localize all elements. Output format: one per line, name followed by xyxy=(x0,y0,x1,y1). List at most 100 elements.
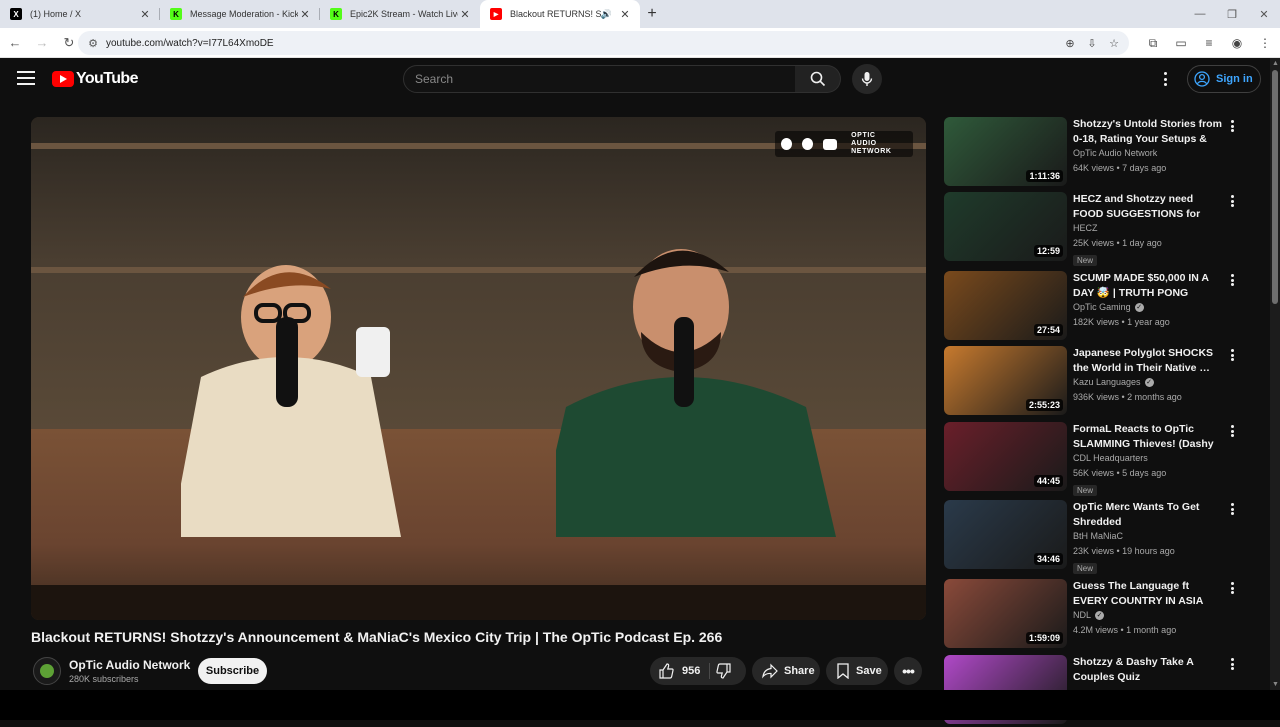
speaker-icon[interactable]: 🔊 xyxy=(601,9,612,20)
recommended-video[interactable]: 1:59:09 Guess The Language ft EVERY COUNT… xyxy=(944,579,1244,651)
more-actions-button[interactable]: ••• xyxy=(894,657,922,685)
channel-avatar[interactable] xyxy=(33,657,61,685)
scroll-up-icon[interactable]: ▲ xyxy=(1272,60,1279,67)
video-thumbnail[interactable]: 12:59 xyxy=(944,192,1067,261)
recommended-channel[interactable]: HECZ xyxy=(1073,223,1098,233)
minimize-icon[interactable]: — xyxy=(1184,8,1216,20)
search-input[interactable]: Search xyxy=(403,65,796,93)
channel-name[interactable]: OpTic Audio Network xyxy=(69,658,190,672)
cast-icon[interactable]: ▭ xyxy=(1172,36,1190,50)
recommended-channel[interactable]: BtH MaNiaC xyxy=(1073,531,1123,541)
recommended-video-title[interactable]: OpTic Merc Wants To Get Shredded xyxy=(1073,500,1223,529)
video-thumbnail[interactable]: 34:46 xyxy=(944,500,1067,569)
more-options-icon[interactable] xyxy=(1231,425,1235,437)
recommended-video-title[interactable]: HECZ and Shotzzy need FOOD SUGGESTIONS f… xyxy=(1073,192,1223,221)
thumbs-up-icon xyxy=(659,663,674,679)
browser-tab[interactable]: K Message Moderation - Kick Da ✕ xyxy=(160,0,320,28)
install-icon[interactable]: ⇩ xyxy=(1085,37,1099,50)
scrollbar-thumb[interactable] xyxy=(1272,70,1278,304)
forward-icon[interactable]: → xyxy=(30,31,54,55)
youtube-icon xyxy=(822,138,838,150)
recommended-video-title[interactable]: Shotzzy's Untold Stories from 0-18, Rati… xyxy=(1073,117,1223,146)
more-options-icon[interactable] xyxy=(1231,503,1235,515)
browser-tab[interactable]: K Epic2K Stream - Watch Live on ✕ xyxy=(320,0,480,28)
recommended-meta: 25K views • 1 day ago xyxy=(1073,238,1162,248)
video-thumbnail[interactable]: 27:54 xyxy=(944,271,1067,340)
recommended-video-title[interactable]: Guess The Language ft EVERY COUNTRY IN A… xyxy=(1073,579,1223,608)
new-badge: New xyxy=(1073,485,1098,496)
close-tab-icon[interactable]: ✕ xyxy=(458,8,472,21)
dislike-button[interactable] xyxy=(716,663,732,682)
voice-search-button[interactable] xyxy=(852,64,882,94)
page-scrollbar[interactable]: ▲ ▼ xyxy=(1270,58,1280,690)
close-window-icon[interactable]: ✕ xyxy=(1248,8,1280,21)
recommended-video[interactable]: 12:59 HECZ and Shotzzy need FOOD SUGGESTI… xyxy=(944,192,1244,266)
close-tab-icon[interactable]: ✕ xyxy=(138,8,152,21)
browser-menu-icon[interactable]: ⋮ xyxy=(1256,36,1274,50)
save-button[interactable]: Save xyxy=(826,657,888,685)
recommended-channel-name: NDL xyxy=(1073,610,1092,620)
more-options-icon[interactable] xyxy=(1231,274,1235,286)
media-icon[interactable]: ≡ xyxy=(1200,36,1218,50)
video-duration: 1:59:09 xyxy=(1025,632,1063,644)
recommended-video-title[interactable]: SCUMP MADE $50,000 IN A DAY 🤯 | TRUTH PO… xyxy=(1073,271,1223,300)
address-bar[interactable]: ⚙ youtube.com/watch?v=I77L64XmoDE ⊕ ⇩ ☆ xyxy=(78,31,1129,55)
recommended-video-title[interactable]: Japanese Polyglot SHOCKS the World in Th… xyxy=(1073,346,1223,375)
kick-logo-icon: K xyxy=(330,8,342,20)
recommended-channel[interactable]: OpTic Gaming ✓ xyxy=(1073,302,1144,312)
video-thumbnail[interactable]: 2:55:23 xyxy=(944,346,1067,415)
menu-icon[interactable] xyxy=(17,71,35,85)
more-horizontal-icon: ••• xyxy=(902,663,915,679)
recommended-channel[interactable]: CDL Headquarters xyxy=(1073,453,1148,463)
new-tab-button[interactable]: + xyxy=(640,0,664,28)
recommended-video[interactable]: 2:55:23 Japanese Polyglot SHOCKS the Worl… xyxy=(944,346,1244,418)
scroll-down-icon[interactable]: ▼ xyxy=(1272,681,1279,688)
like-button[interactable]: 956 xyxy=(650,663,710,679)
more-options-icon[interactable] xyxy=(1231,195,1235,207)
close-tab-icon[interactable]: ✕ xyxy=(298,8,312,21)
back-icon[interactable]: ← xyxy=(3,31,27,55)
zoom-icon[interactable]: ⊕ xyxy=(1063,37,1077,50)
video-thumbnail[interactable]: 44:45 xyxy=(944,422,1067,491)
window-controls: — ❐ ✕ xyxy=(1184,0,1280,28)
recommended-meta: 23K views • 19 hours ago xyxy=(1073,546,1175,556)
spotify-icon xyxy=(781,138,792,150)
taskbar-area xyxy=(0,690,1280,720)
new-badge: New xyxy=(1073,563,1098,574)
subscribe-button[interactable]: Subscribe xyxy=(198,658,267,684)
more-options-icon[interactable] xyxy=(1231,658,1235,670)
recommended-video[interactable]: 27:54 SCUMP MADE $50,000 IN A DAY 🤯 | TRU… xyxy=(944,271,1244,343)
video-thumbnail[interactable]: 1:59:09 xyxy=(944,579,1067,648)
recommended-channel[interactable]: Kazu Languages ✓ xyxy=(1073,377,1154,387)
video-thumbnail[interactable]: 1:11:36 xyxy=(944,117,1067,186)
tab-title: Epic2K Stream - Watch Live on xyxy=(350,9,458,19)
browser-tab-active[interactable]: ▶ Blackout RETURNS! Shotzz 🔊 ✕ xyxy=(480,0,640,28)
recommended-channel[interactable]: NDL ✓ xyxy=(1073,610,1105,620)
settings-more-icon[interactable] xyxy=(1158,70,1172,88)
recommended-video[interactable]: 44:45 FormaL Reacts to OpTic SLAMMING Thi… xyxy=(944,422,1244,496)
more-options-icon[interactable] xyxy=(1231,120,1235,132)
video-player[interactable]: OPTIC AUDIO NETWORK xyxy=(31,117,926,620)
browser-tab[interactable]: X (1) Home / X ✕ xyxy=(0,0,160,28)
search-button[interactable] xyxy=(795,65,841,93)
bookmark-star-icon[interactable]: ☆ xyxy=(1107,37,1121,50)
recommended-channel-name: Kazu Languages xyxy=(1073,377,1141,387)
maximize-icon[interactable]: ❐ xyxy=(1216,8,1248,21)
recommended-video-title[interactable]: FormaL Reacts to OpTic SLAMMING Thieves!… xyxy=(1073,422,1223,451)
more-options-icon[interactable] xyxy=(1231,582,1235,594)
sign-in-button[interactable]: Sign in xyxy=(1187,65,1261,93)
youtube-logo-icon: ▶ xyxy=(490,8,502,20)
recommended-channel[interactable]: OpTic Audio Network xyxy=(1073,148,1157,158)
share-button[interactable]: Share xyxy=(752,657,820,685)
extensions-icon[interactable]: ⧉ xyxy=(1144,36,1162,51)
site-info-icon[interactable]: ⚙ xyxy=(82,37,104,50)
recommended-video[interactable]: 1:11:36 Shotzzy's Untold Stories from 0-1… xyxy=(944,117,1244,189)
recommended-meta: 64K views • 7 days ago xyxy=(1073,163,1167,173)
recommended-video-title[interactable]: Shotzzy & Dashy Take A Couples Quiz xyxy=(1073,655,1223,684)
youtube-logo[interactable]: YouTube xyxy=(52,70,138,88)
more-options-icon[interactable] xyxy=(1231,349,1235,361)
video-bottom xyxy=(31,584,926,620)
close-tab-icon[interactable]: ✕ xyxy=(618,8,632,21)
recommended-video[interactable]: 34:46 OpTic Merc Wants To Get Shredded BtH… xyxy=(944,500,1244,574)
profile-icon[interactable]: ◉ xyxy=(1228,36,1246,50)
